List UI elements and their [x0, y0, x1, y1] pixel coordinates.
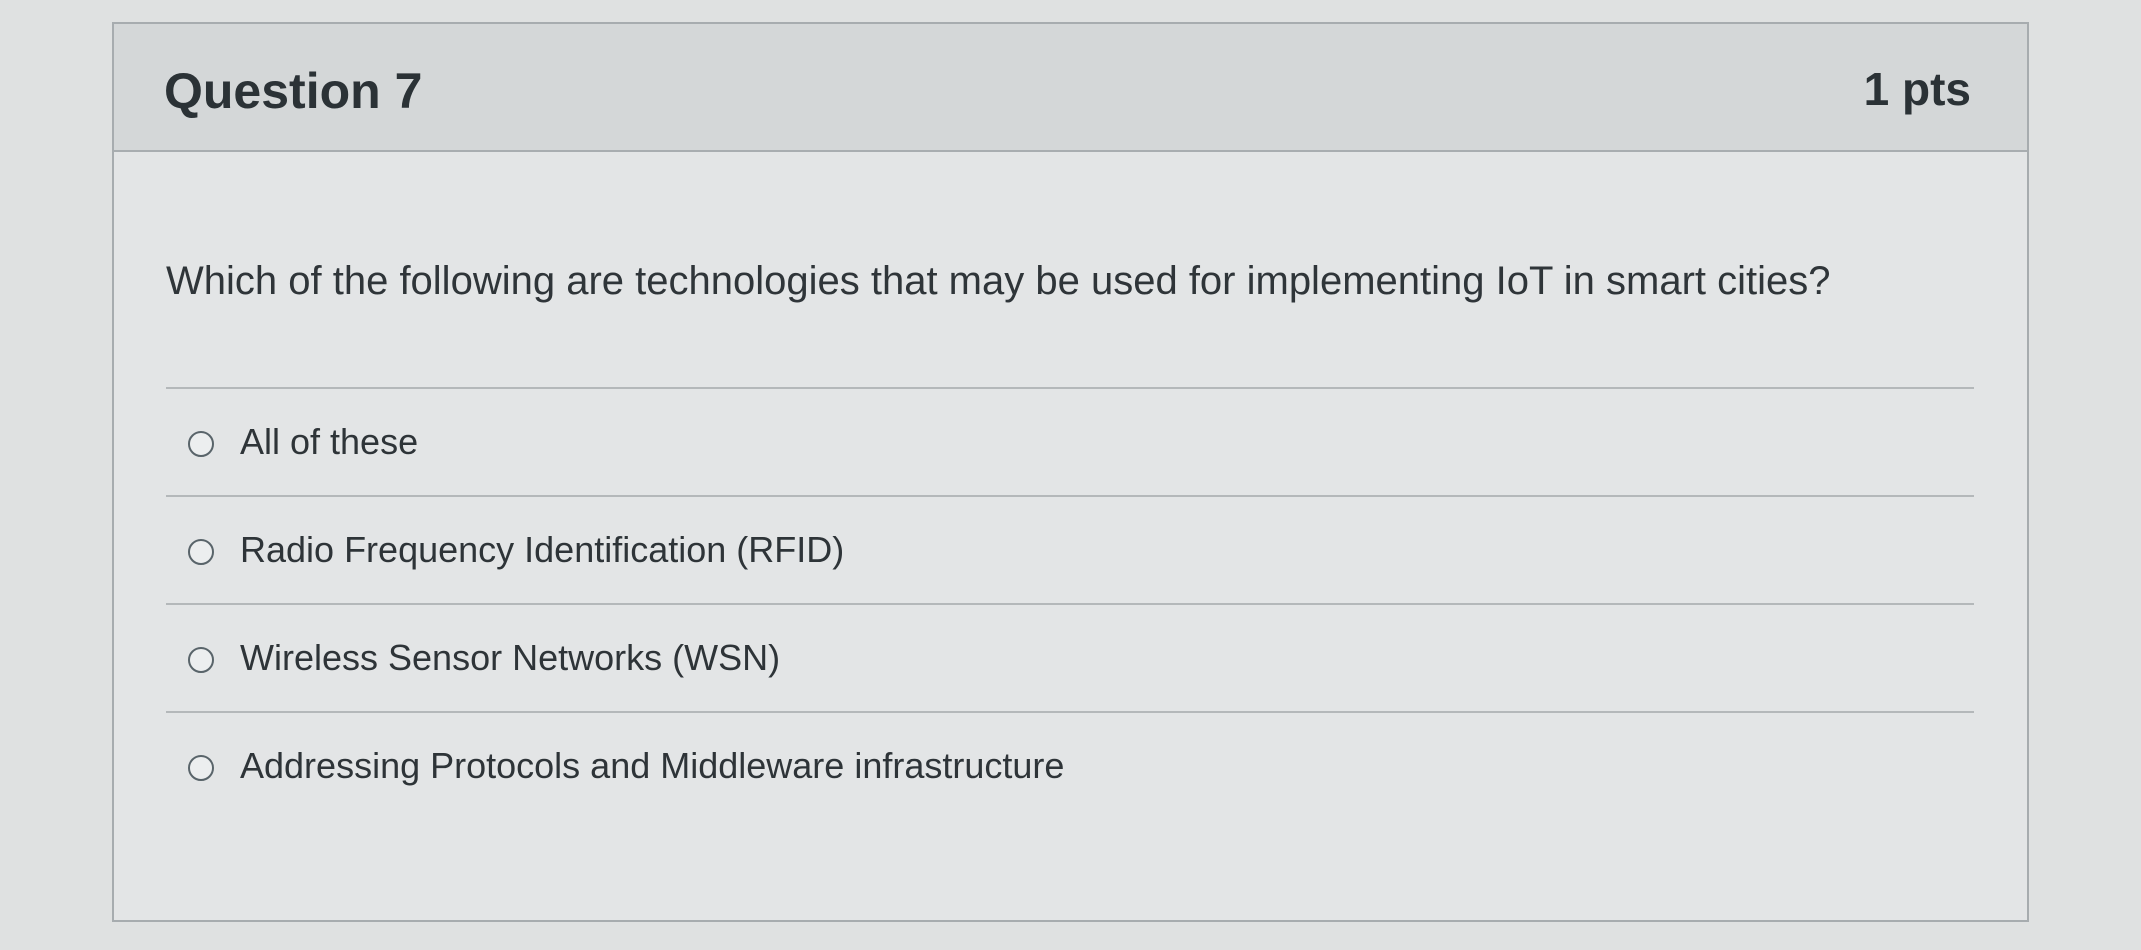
answer-label[interactable]: Wireless Sensor Networks (WSN): [240, 637, 780, 679]
answer-option-all-of-these[interactable]: All of these: [166, 387, 1974, 495]
radio-button[interactable]: [188, 647, 214, 673]
answer-label[interactable]: Radio Frequency Identification (RFID): [240, 529, 844, 571]
radio-button[interactable]: [188, 431, 214, 457]
question-header: Question 7 1 pts: [114, 24, 2027, 152]
answer-list: All of these Radio Frequency Identificat…: [166, 387, 1974, 819]
radio-button[interactable]: [188, 539, 214, 565]
answer-label[interactable]: Addressing Protocols and Middleware infr…: [240, 745, 1064, 787]
answer-label[interactable]: All of these: [240, 421, 418, 463]
answer-option-wsn[interactable]: Wireless Sensor Networks (WSN): [166, 603, 1974, 711]
question-body: Which of the following are technologies …: [114, 247, 2027, 819]
answer-option-addressing-protocols[interactable]: Addressing Protocols and Middleware infr…: [166, 711, 1974, 819]
question-title: Question 7: [164, 63, 423, 119]
question-text: Which of the following are technologies …: [166, 259, 1831, 303]
radio-button[interactable]: [188, 755, 214, 781]
question-points: 1 pts: [1863, 63, 1971, 115]
answer-option-rfid[interactable]: Radio Frequency Identification (RFID): [166, 495, 1974, 603]
question-card: Question 7 1 pts Which of the following …: [112, 22, 2029, 922]
